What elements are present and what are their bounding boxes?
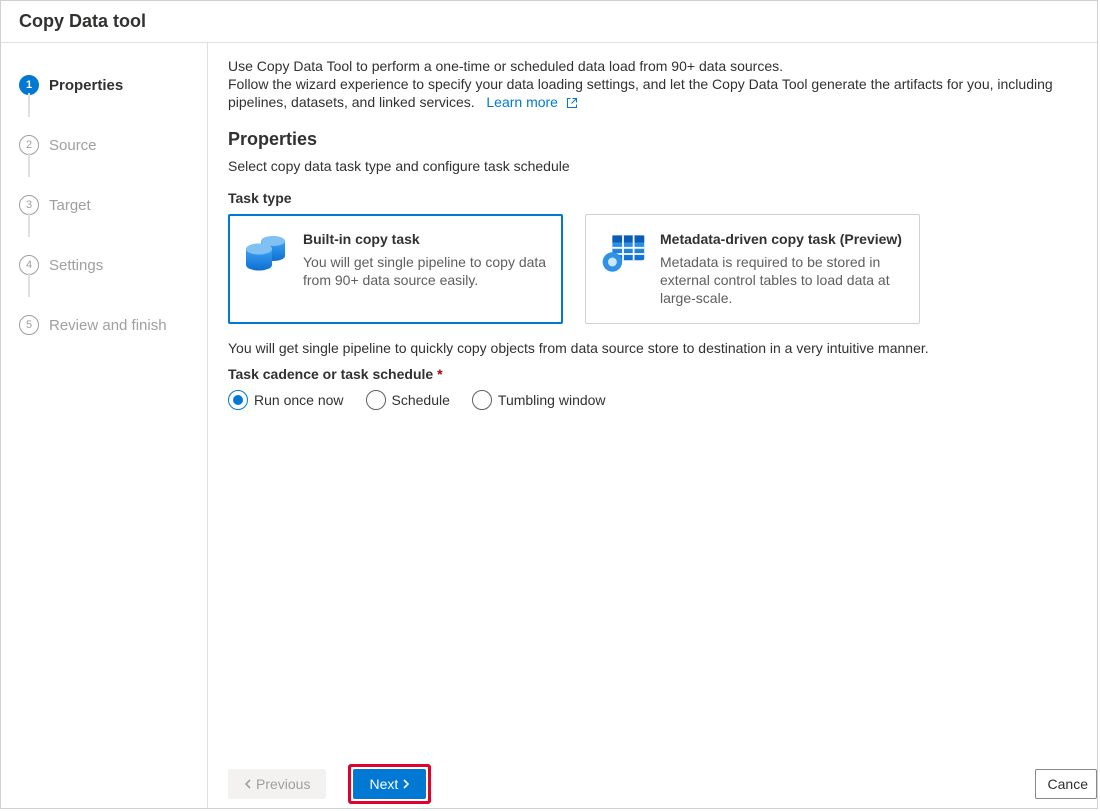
cadence-radio-group: Run once now Schedule Tumbling window: [228, 390, 1077, 410]
card-desc: You will get single pipeline to copy dat…: [303, 253, 548, 289]
required-asterisk: *: [437, 366, 442, 382]
card-builtin-copy-task[interactable]: Built-in copy task You will get single p…: [228, 214, 563, 324]
chevron-left-icon: [244, 779, 252, 789]
copy-data-tool-window: Copy Data tool 1 Properties 2 Source 3 T…: [0, 0, 1098, 809]
step-label: Source: [49, 137, 97, 154]
step-target[interactable]: 3 Target: [19, 175, 207, 235]
footer: Previous Next Cance: [208, 759, 1097, 808]
card-title: Metadata-driven copy task (Preview): [660, 231, 905, 247]
step-badge: 2: [19, 135, 39, 155]
chevron-right-icon: [402, 779, 410, 789]
step-properties[interactable]: 1 Properties: [19, 55, 207, 115]
content: Use Copy Data Tool to perform a one-time…: [208, 43, 1097, 759]
body: 1 Properties 2 Source 3 Target 4 Setting…: [1, 43, 1097, 808]
intro-line-2-text: Follow the wizard experience to specify …: [228, 76, 1053, 110]
selected-card-description: You will get single pipeline to quickly …: [228, 340, 1077, 356]
step-settings[interactable]: 4 Settings: [19, 235, 207, 295]
main-panel: Use Copy Data Tool to perform a one-time…: [208, 43, 1097, 808]
external-link-icon: [566, 97, 578, 109]
page-title: Copy Data tool: [1, 1, 1097, 43]
step-source[interactable]: 2 Source: [19, 115, 207, 175]
cancel-button[interactable]: Cance: [1035, 769, 1097, 799]
highlight-box: Next: [348, 764, 431, 804]
step-badge: 3: [19, 195, 39, 215]
step-label: Properties: [49, 77, 123, 94]
previous-button[interactable]: Previous: [228, 769, 326, 799]
radio-label: Schedule: [392, 392, 450, 408]
cadence-label: Task cadence or task schedule *: [228, 366, 1077, 382]
radio-tumbling-window[interactable]: Tumbling window: [472, 390, 606, 410]
radio-schedule[interactable]: Schedule: [366, 390, 450, 410]
task-type-label: Task type: [228, 190, 1077, 206]
next-button[interactable]: Next: [353, 769, 426, 799]
section-title: Properties: [228, 129, 1077, 150]
step-review[interactable]: 5 Review and finish: [19, 295, 207, 355]
card-title: Built-in copy task: [303, 231, 548, 247]
radio-indicator: [472, 390, 492, 410]
radio-label: Tumbling window: [498, 392, 606, 408]
radio-run-once-now[interactable]: Run once now: [228, 390, 344, 410]
database-icon: [243, 231, 289, 307]
card-metadata-driven-copy-task[interactable]: Metadata-driven copy task (Preview) Meta…: [585, 214, 920, 324]
radio-indicator: [366, 390, 386, 410]
intro-line-2: Follow the wizard experience to specify …: [228, 75, 1077, 111]
step-label: Review and finish: [49, 317, 167, 334]
step-label: Settings: [49, 257, 103, 274]
learn-more-link[interactable]: Learn more: [486, 94, 577, 110]
step-badge: 5: [19, 315, 39, 335]
radio-label: Run once now: [254, 392, 344, 408]
section-subtitle: Select copy data task type and configure…: [228, 158, 1077, 174]
wizard-sidebar: 1 Properties 2 Source 3 Target 4 Setting…: [1, 43, 208, 808]
metadata-table-icon: [600, 231, 646, 307]
card-desc: Metadata is required to be stored in ext…: [660, 253, 905, 307]
step-label: Target: [49, 197, 91, 214]
intro-line-1: Use Copy Data Tool to perform a one-time…: [228, 57, 1077, 75]
task-type-cards: Built-in copy task You will get single p…: [228, 214, 1077, 324]
step-badge: 4: [19, 255, 39, 275]
step-badge: 1: [19, 75, 39, 95]
radio-indicator: [228, 390, 248, 410]
